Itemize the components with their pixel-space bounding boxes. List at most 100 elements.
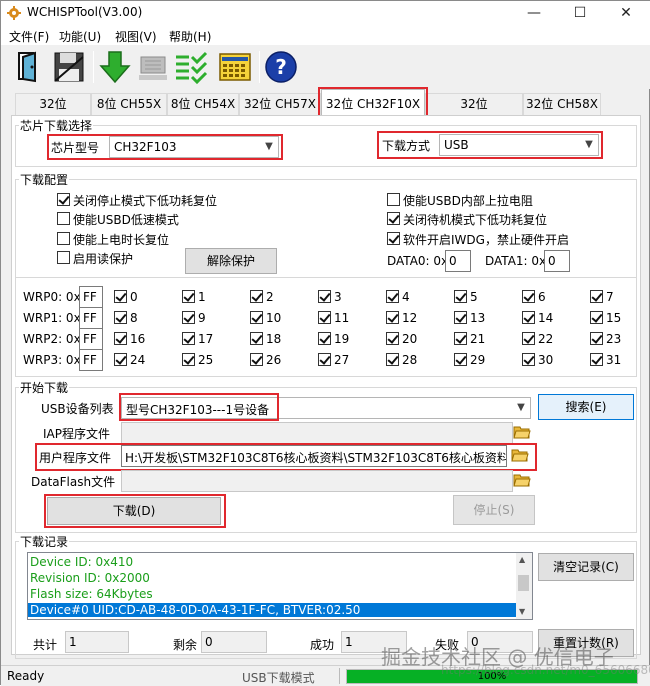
wrp-bit-checkbox[interactable] <box>318 290 331 303</box>
option-read-protect-checkbox[interactable] <box>57 251 70 264</box>
total-label: 共计 <box>33 638 58 652</box>
wrp-bit-checkbox[interactable] <box>522 353 535 366</box>
maximize-button[interactable]: ☐ <box>557 1 603 25</box>
clear-log-button[interactable]: 清空记录(C) <box>538 553 634 581</box>
tab-ch58x[interactable]: 32位 CH58X <box>523 93 601 115</box>
wrp-value-input[interactable]: FF <box>79 328 103 350</box>
wrp-value-input[interactable]: FF <box>79 286 103 308</box>
wrp-bit-checkbox[interactable] <box>250 353 263 366</box>
close-button[interactable]: ✕ <box>603 1 649 25</box>
help-icon[interactable]: ? <box>263 49 299 85</box>
wrp-bit-label: 24 <box>130 353 146 367</box>
wrp-bit-label: 3 <box>334 290 342 304</box>
title-bar[interactable]: WCHISPTool(V3.00) — ☐ ✕ <box>1 1 650 25</box>
unprotect-button[interactable]: 解除保护 <box>185 248 277 274</box>
data0-input[interactable]: 0 <box>445 250 471 272</box>
wrp-bit-checkbox[interactable] <box>386 311 399 324</box>
wrp-bit-label: 7 <box>606 290 614 304</box>
search-button[interactable]: 搜索(E) <box>538 394 634 420</box>
menu-function[interactable]: 功能(U) <box>59 28 101 45</box>
menu-view[interactable]: 视图(V) <box>115 28 157 45</box>
download-icon[interactable] <box>97 49 133 85</box>
data1-input[interactable]: 0 <box>544 250 570 272</box>
wrp-bit-checkbox[interactable] <box>182 311 195 324</box>
wrp-bit-checkbox[interactable] <box>454 332 467 345</box>
option-stop-lowpower-checkbox[interactable] <box>57 193 70 206</box>
wrp-bit-checkbox[interactable] <box>454 353 467 366</box>
wrp-bit-checkbox[interactable] <box>454 311 467 324</box>
open-file-icon[interactable] <box>13 49 49 85</box>
status-ready: Ready <box>7 669 45 683</box>
calculator-icon[interactable] <box>217 49 253 85</box>
wrp-bit-checkbox[interactable] <box>318 332 331 345</box>
menu-help[interactable]: 帮助(H) <box>169 28 211 45</box>
wrp-bit-checkbox[interactable] <box>114 290 127 303</box>
option-standby-lowpower-checkbox[interactable] <box>387 212 400 225</box>
iap-file-input[interactable] <box>121 422 513 444</box>
open-folder-icon[interactable] <box>513 472 531 488</box>
tab-ch56x[interactable]: 32位 CH56X <box>15 93 91 132</box>
wrp-bit-checkbox[interactable] <box>386 353 399 366</box>
usb-device-highlight <box>119 393 279 421</box>
wrp-bit-checkbox[interactable] <box>114 311 127 324</box>
verify-icon[interactable] <box>173 49 209 85</box>
wrp-label: WRP2: 0x <box>23 332 81 346</box>
wrp-bit-checkbox[interactable] <box>182 332 195 345</box>
tab-ch54x[interactable]: 8位 CH54X <box>167 93 239 115</box>
wrp-bit-checkbox[interactable] <box>114 332 127 345</box>
wrp-bit-checkbox[interactable] <box>182 353 195 366</box>
stop-button[interactable]: 停止(S) <box>453 495 535 525</box>
option-usbd-pullup-checkbox[interactable] <box>387 193 400 206</box>
wrp-bit-checkbox[interactable] <box>522 290 535 303</box>
wrp-bit-checkbox[interactable] <box>386 290 399 303</box>
option-poweron-reset-checkbox[interactable] <box>57 232 70 245</box>
tab-ch57x[interactable]: 32位 CH57X <box>239 93 321 115</box>
wrp-label: WRP0: 0x <box>23 290 81 304</box>
total-count: 1 <box>65 631 129 653</box>
option-stop-lowpower-label: 关闭停止模式下低功耗复位 <box>73 194 218 208</box>
wrp-bit-checkbox[interactable] <box>522 332 535 345</box>
config-divider <box>15 277 637 278</box>
wrp-bit-label: 27 <box>334 353 350 367</box>
wrp-bit-label: 30 <box>538 353 554 367</box>
log-scrollbar[interactable]: ▲ ▼ <box>516 553 532 619</box>
chip-icon[interactable] <box>135 49 171 85</box>
wrp-bit-checkbox[interactable] <box>318 353 331 366</box>
wrp-bit-checkbox[interactable] <box>522 311 535 324</box>
wrp-bit-checkbox[interactable] <box>250 311 263 324</box>
dataflash-file-input[interactable] <box>121 470 513 492</box>
iap-file-label: IAP程序文件 <box>43 427 110 441</box>
wrp-bit-checkbox[interactable] <box>386 332 399 345</box>
wrp-bit-checkbox[interactable] <box>590 311 603 324</box>
save-disabled-icon[interactable] <box>51 49 87 85</box>
tab-ch32v10x[interactable]: 32位 CH32V10X <box>425 93 523 132</box>
open-folder-icon[interactable] <box>513 424 531 440</box>
toolbar-separator <box>93 51 94 83</box>
wrp-value-input[interactable]: FF <box>79 307 103 329</box>
menu-file[interactable]: 文件(F) <box>9 28 49 45</box>
tab-ch55x[interactable]: 8位 CH55X <box>91 93 167 115</box>
log-line: Revision ID: 0x2000 <box>30 571 150 585</box>
wrp-bit-checkbox[interactable] <box>250 290 263 303</box>
data1-label: DATA1: 0x <box>485 254 547 268</box>
wrp-bit-checkbox[interactable] <box>590 353 603 366</box>
svg-text:?: ? <box>275 55 287 79</box>
wrp-bit-checkbox[interactable] <box>250 332 263 345</box>
wrp-bit-checkbox[interactable] <box>590 332 603 345</box>
download-log-list[interactable]: Device ID: 0x410 Revision ID: 0x2000 Fla… <box>27 552 533 620</box>
minimize-button[interactable]: — <box>511 1 557 25</box>
wrp-bit-label: 26 <box>266 353 282 367</box>
wrp-bit-label: 11 <box>334 311 350 325</box>
start-download-title: 开始下载 <box>19 379 70 396</box>
wrp-bit-checkbox[interactable] <box>590 290 603 303</box>
wrp-bit-label: 22 <box>538 332 554 346</box>
menu-bar: 文件(F) 功能(U) 视图(V) 帮助(H) <box>1 25 650 45</box>
wrp-bit-checkbox[interactable] <box>182 290 195 303</box>
remain-count: 0 <box>201 631 267 653</box>
option-iwdg-checkbox[interactable] <box>387 232 400 245</box>
option-usbd-lowspeed-checkbox[interactable] <box>57 212 70 225</box>
wrp-bit-checkbox[interactable] <box>114 353 127 366</box>
wrp-bit-checkbox[interactable] <box>454 290 467 303</box>
wrp-value-input[interactable]: FF <box>79 349 103 371</box>
wrp-bit-checkbox[interactable] <box>318 311 331 324</box>
